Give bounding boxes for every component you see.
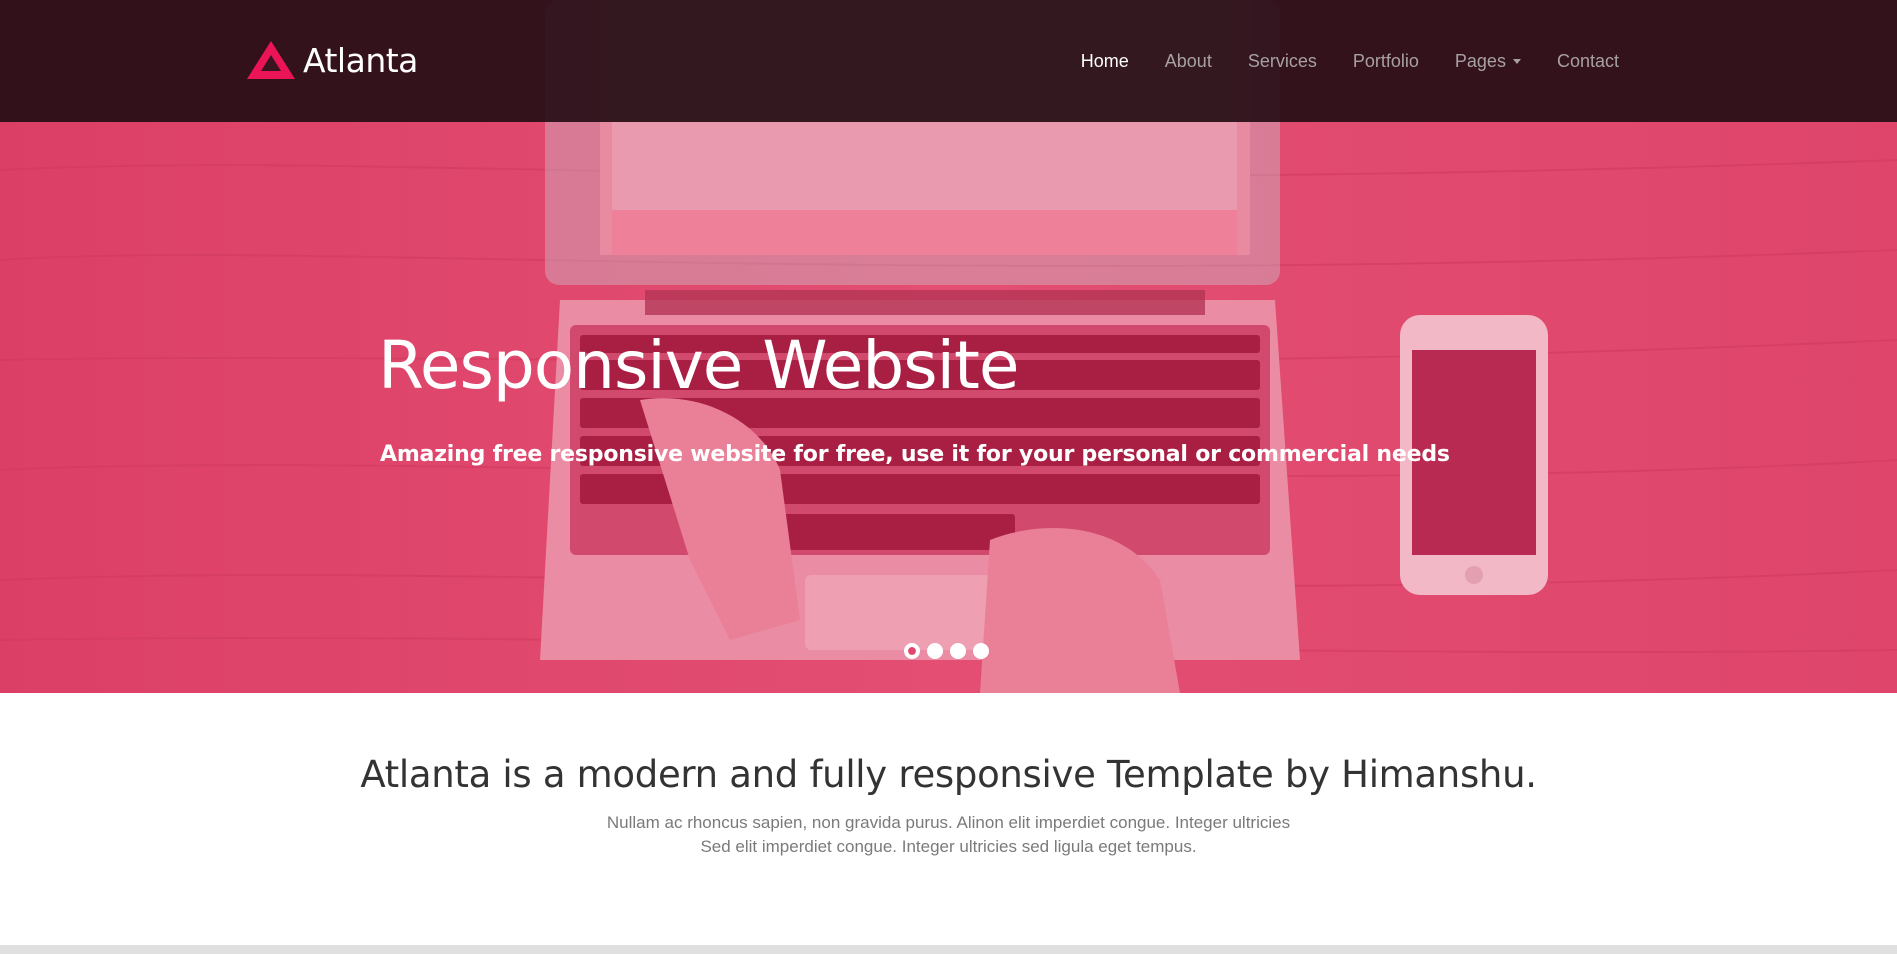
intro-heading: Atlanta is a modern and fully responsive… [360,753,1537,796]
slider-dot-4[interactable] [973,643,989,659]
nav-item-pages-dropdown[interactable]: Pages [1437,52,1539,70]
nav-item-contact[interactable]: Contact [1539,52,1637,70]
intro-text-line-2: Sed elit imperdiet congue. Integer ultri… [700,837,1197,856]
top-navbar: Atlanta Home About Services Portfolio Pa… [0,0,1897,122]
intro-text: Nullam ac rhoncus sapien, non gravida pu… [0,811,1897,859]
slider-dot-3[interactable] [950,643,966,659]
slider-dot-1[interactable] [904,643,920,659]
nav-item-label: Home [1080,51,1129,71]
nav-item-home[interactable]: Home [1063,52,1147,70]
intro-text-line-1: Nullam ac rhoncus sapien, non gravida pu… [606,813,1291,832]
nav-item-about[interactable]: About [1147,52,1230,70]
nav-item-label: Portfolio [1352,51,1419,71]
slider-dot-2[interactable] [927,643,943,659]
next-section-edge [0,945,1897,954]
nav-item-label: About [1164,51,1212,71]
brand-name: Atlanta [303,40,418,80]
nav-item-label: Pages [1454,51,1506,71]
hero-subtitle: Amazing free responsive website for free… [380,442,1450,467]
intro-section: Atlanta is a modern and fully responsive… [0,693,1897,945]
hero-title: Responsive Website [378,327,1019,404]
nav-item-portfolio[interactable]: Portfolio [1335,52,1437,70]
nav-menu: Home About Services Portfolio Pages Cont… [1063,0,1637,122]
triangle-logo-icon [247,41,295,79]
caret-down-icon [1512,58,1521,64]
nav-item-services[interactable]: Services [1230,52,1335,70]
nav-item-label: Contact [1556,51,1619,71]
nav-item-label: Services [1247,51,1317,71]
slider-dots [904,643,989,659]
brand-link[interactable]: Atlanta [245,36,418,84]
